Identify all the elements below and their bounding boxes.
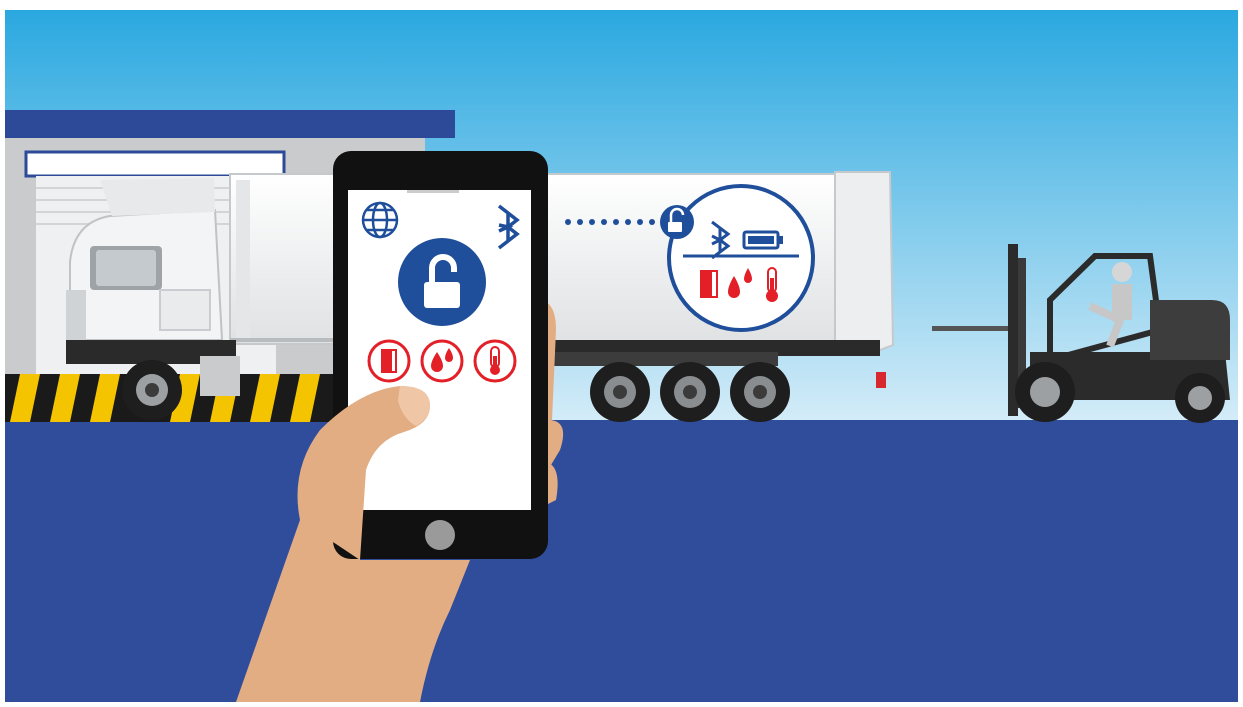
temperature-icon: [473, 339, 517, 383]
humidity-icon: [420, 339, 464, 383]
trailer-wheel: [590, 362, 650, 422]
trailer-wheel: [660, 362, 720, 422]
door-sensor-icon: [700, 270, 718, 298]
unlocked-truck-icon: [660, 205, 694, 239]
trailer-wheel: [730, 362, 790, 422]
trailer-monitoring-badge: [667, 184, 815, 332]
door-sensor-icon: [367, 339, 411, 383]
smartphone: [333, 151, 548, 559]
unlocked-padlock-icon: [398, 238, 486, 326]
temperature-icon: [766, 267, 778, 302]
ground: [5, 420, 1238, 702]
illustration: [5, 10, 1238, 702]
